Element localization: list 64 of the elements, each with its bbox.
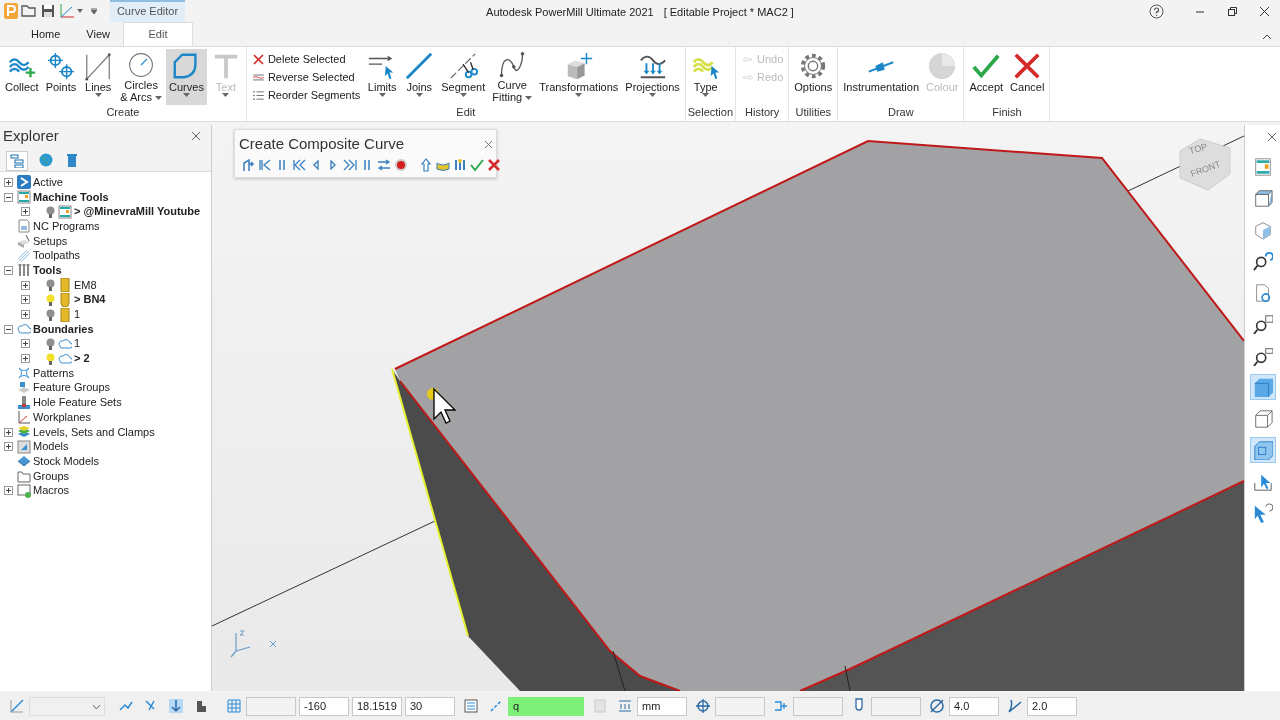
ribbon-button[interactable]: Limits [364, 49, 401, 105]
tree-item[interactable]: Groups [31, 469, 72, 483]
input-field[interactable]: 4.0 [949, 696, 999, 716]
ribbon-button[interactable]: Curve Fitting [489, 49, 536, 105]
group-label: Edit [455, 105, 477, 120]
ribbon-button[interactable]: Reorder Segments [248, 87, 364, 104]
tree-item[interactable]: Tools [31, 263, 64, 277]
ribbon-button[interactable]: Options [791, 49, 836, 105]
ribbon-button[interactable]: Collect [2, 49, 42, 105]
cube-face-label: TOP [1187, 141, 1209, 156]
group-label: Utilities [794, 105, 832, 120]
ribbon-button[interactable]: Segment [438, 49, 489, 105]
ribbon-button[interactable]: Reverse Selected [248, 69, 364, 86]
input-field[interactable]: 2.0 [1027, 696, 1077, 716]
ribbon-button[interactable]: Transformations [536, 49, 622, 105]
ribbon-tab[interactable]: Edit [123, 22, 193, 46]
tree-item[interactable]: > BN4 [72, 293, 108, 307]
ribbon-button[interactable]: Type [687, 49, 724, 105]
input-field[interactable]: 30 [405, 696, 455, 716]
tree-item[interactable]: Toolpaths [31, 249, 83, 263]
group-label: Create [105, 105, 141, 120]
ribbon-button[interactable]: Circles & Arcs [117, 49, 166, 105]
project-name: [ Editable Project * MAC2 ] [663, 6, 794, 18]
tree-item[interactable]: Patterns [31, 366, 76, 380]
input-field[interactable]: -160 [299, 696, 349, 716]
tree-item[interactable]: Feature Groups [31, 381, 113, 395]
ribbon-button[interactable]: Delete Selected [248, 51, 364, 68]
ribbon-tab[interactable]: View [73, 22, 123, 46]
input-field[interactable]: 18.1519 [352, 696, 402, 716]
panel-title: Explorer [3, 125, 59, 146]
group-label: Draw [887, 105, 915, 120]
ribbon-button[interactable]: Joins [401, 49, 438, 105]
tree-item[interactable]: 1 [72, 337, 83, 351]
tree-item[interactable]: > @MinevraMill Youtube [72, 205, 203, 219]
ribbon-button[interactable]: Lines [80, 49, 117, 105]
tree-item[interactable]: 1 [72, 308, 83, 322]
tree-item[interactable]: Workplanes [31, 410, 93, 424]
contextual-tab-header: Curve Editor [110, 0, 185, 22]
group-label: Finish [991, 105, 1023, 120]
tree-item[interactable]: > 2 [72, 352, 92, 366]
tree-item[interactable]: Levels, Sets and Clamps [31, 425, 157, 439]
tree-item[interactable]: Models [31, 440, 71, 454]
ribbon-tab[interactable]: Home [18, 22, 74, 46]
tree-item[interactable]: Machine Tools [31, 190, 111, 204]
tree-item[interactable]: Boundaries [31, 322, 96, 336]
group-label: Selection [687, 105, 733, 120]
ribbon-button[interactable]: Instrumentation [840, 49, 923, 105]
input-field[interactable]: q [508, 696, 584, 716]
tree-item[interactable]: Setups [31, 234, 70, 248]
tree-item[interactable]: Macros [31, 484, 72, 498]
dialog-title: Create Composite Curve [239, 134, 405, 154]
tree-item[interactable]: Stock Models [31, 454, 102, 468]
tree-item[interactable]: EM8 [72, 278, 99, 292]
tree-item[interactable]: Hole Feature Sets [31, 396, 124, 410]
tree-item[interactable]: NC Programs [31, 219, 102, 233]
tree-item[interactable]: Active [31, 175, 65, 189]
window-title: Autodesk PowerMill Ultimate 2021 [486, 6, 654, 18]
input-field[interactable]: mm [637, 696, 687, 716]
ribbon-button[interactable]: Projections [622, 49, 683, 105]
ribbon-button[interactable]: Accept [966, 49, 1007, 105]
group-label: History [744, 105, 781, 120]
ribbon-button[interactable]: Cancel [1007, 49, 1048, 105]
ribbon-button[interactable]: Points [42, 49, 80, 105]
ribbon-button[interactable]: Curves [166, 49, 207, 105]
